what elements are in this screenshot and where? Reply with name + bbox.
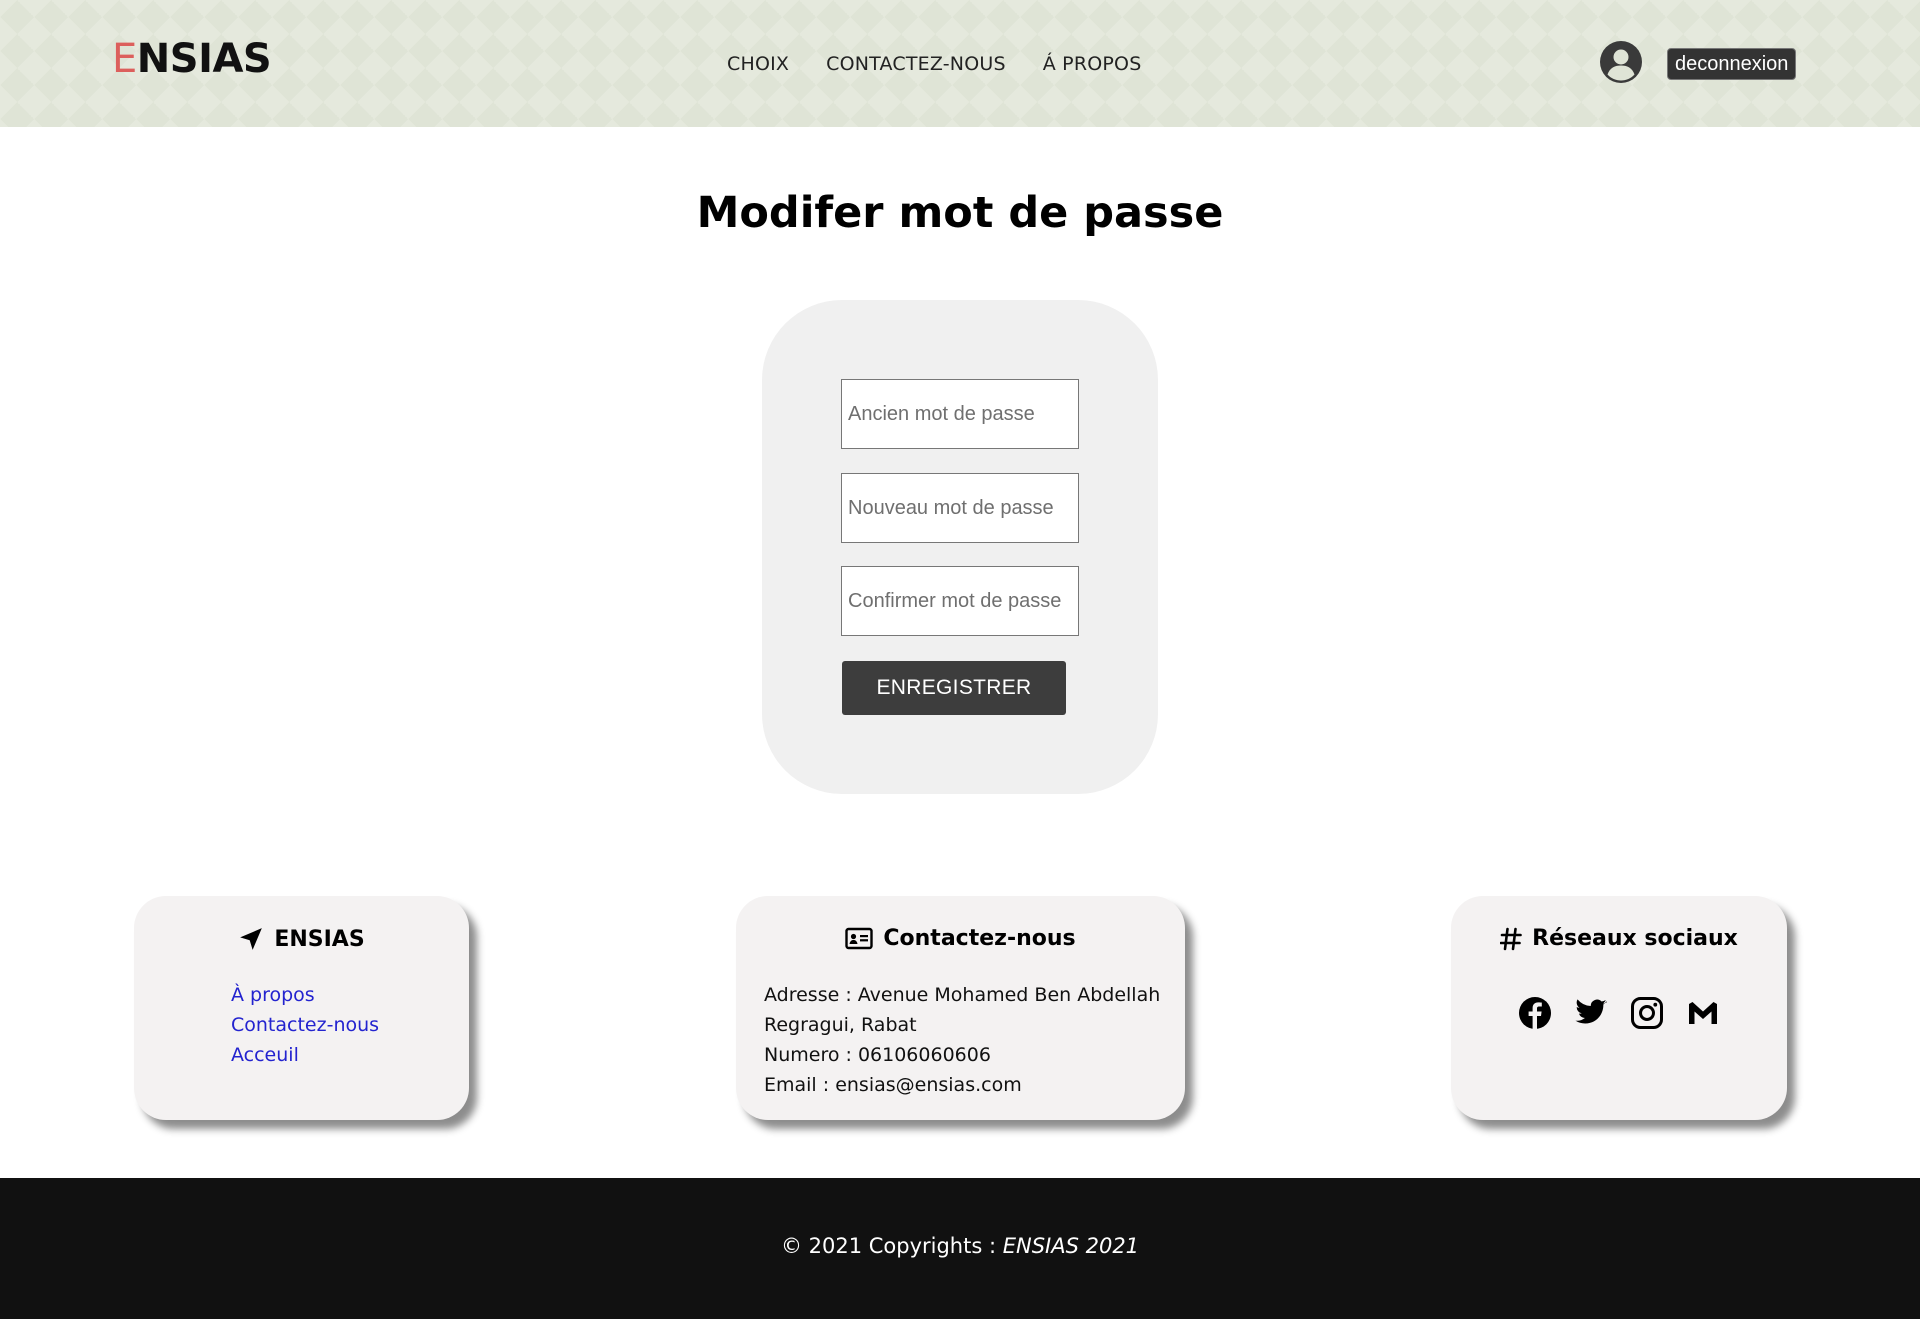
- nav-link-choix[interactable]: CHOIX: [727, 53, 789, 75]
- ensias-card-heading: ENSIAS: [274, 926, 365, 952]
- social-card-heading: Réseaux sociaux: [1532, 926, 1738, 951]
- address-card-icon: [845, 927, 874, 951]
- ensias-card: ENSIAS À propos Contactez-nous Acceuil: [134, 896, 469, 1120]
- social-card: Réseaux sociaux: [1451, 896, 1787, 1120]
- copyright-brand: ENSIAS 2021: [1002, 1234, 1140, 1258]
- ensias-card-title: ENSIAS: [134, 926, 469, 952]
- top-navbar: ENSIAS CHOIX CONTACTEZ-NOUS Á PROPOS dec…: [0, 0, 1920, 127]
- contact-phone: Numero : 06106060606: [764, 1044, 991, 1066]
- confirm-password-field[interactable]: [841, 566, 1079, 636]
- contact-address-line-2: Regragui, Rabat: [764, 1014, 917, 1036]
- location-arrow-icon: [238, 926, 264, 952]
- twitter-icon[interactable]: [1574, 996, 1608, 1030]
- copyright-prefix: © 2021 Copyrights :: [780, 1234, 1003, 1258]
- instagram-icon[interactable]: [1630, 996, 1664, 1030]
- contact-email: Email : ensias@ensias.com: [764, 1074, 1022, 1096]
- contact-card-heading: Contactez-nous: [883, 926, 1076, 951]
- footer-link-contactez-nous[interactable]: Contactez-nous: [231, 1010, 379, 1040]
- contact-details: Adresse : Avenue Mohamed Ben Abdellah Re…: [764, 980, 1174, 1100]
- logo-text: NSIAS: [136, 36, 272, 82]
- logo-first-letter: E: [112, 36, 137, 82]
- main-nav: CHOIX CONTACTEZ-NOUS Á PROPOS: [727, 53, 1141, 75]
- facebook-icon[interactable]: [1518, 996, 1552, 1030]
- new-password-field[interactable]: [841, 473, 1079, 543]
- social-icons: [1451, 996, 1787, 1030]
- hashtag-icon: [1500, 927, 1522, 951]
- footer-link-acceuil[interactable]: Acceuil: [231, 1040, 379, 1070]
- nav-link-a-propos[interactable]: Á PROPOS: [1043, 53, 1142, 75]
- site-logo[interactable]: ENSIAS: [112, 36, 272, 82]
- change-password-form: ENREGISTRER: [762, 300, 1158, 794]
- ensias-links: À propos Contactez-nous Acceuil: [231, 980, 379, 1070]
- contact-card: Contactez-nous Adresse : Avenue Mohamed …: [736, 896, 1185, 1120]
- logout-button[interactable]: deconnexion: [1667, 48, 1797, 80]
- contact-address-line-1: Adresse : Avenue Mohamed Ben Abdellah: [764, 984, 1161, 1006]
- page-title: Modifer mot de passe: [696, 188, 1224, 238]
- contact-card-title: Contactez-nous: [736, 926, 1185, 951]
- page-footer: © 2021 Copyrights : ENSIAS 2021: [0, 1178, 1920, 1319]
- footer-link-a-propos[interactable]: À propos: [231, 980, 379, 1010]
- nav-link-contactez-nous[interactable]: CONTACTEZ-NOUS: [826, 53, 1006, 75]
- old-password-field[interactable]: [841, 379, 1079, 449]
- copyright-text: © 2021 Copyrights : ENSIAS 2021: [0, 1234, 1920, 1258]
- user-circle-icon[interactable]: [1599, 40, 1643, 84]
- gmail-icon[interactable]: [1686, 996, 1720, 1030]
- save-button[interactable]: ENREGISTRER: [842, 661, 1066, 715]
- social-card-title: Réseaux sociaux: [1451, 926, 1787, 951]
